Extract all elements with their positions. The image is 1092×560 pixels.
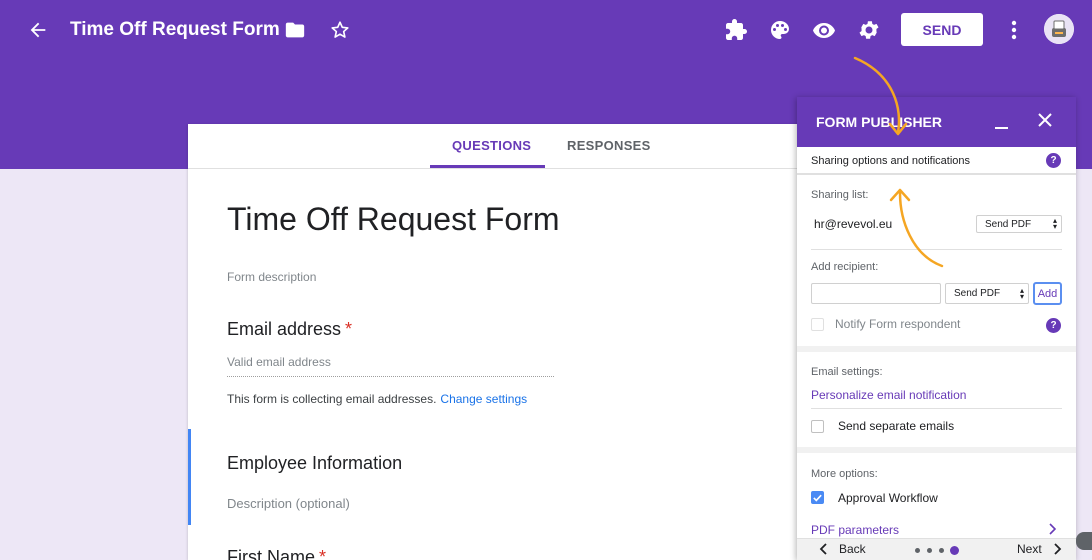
app-title: Time Off Request Form <box>70 19 280 40</box>
side-toggle-handle[interactable] <box>1076 532 1092 550</box>
first-name-label: First Name <box>227 547 316 560</box>
recipient-email-input[interactable] <box>811 283 941 304</box>
help-icon[interactable]: ? <box>1046 318 1061 333</box>
sharing-list-email: hr@revevol.eu <box>814 217 893 231</box>
sharing-list-label: Sharing list: <box>811 189 869 201</box>
form-description-input[interactable]: Form description <box>227 270 316 284</box>
email-question-title: Email address * <box>227 319 352 340</box>
check-icon <box>813 494 822 502</box>
avatar-image-icon <box>1044 14 1074 44</box>
section-description-input[interactable]: Description (optional) <box>227 496 350 511</box>
required-mark: * <box>319 547 327 560</box>
panel-footer: Back Next <box>797 538 1076 560</box>
next-label: Next <box>1017 542 1042 556</box>
chevron-left-icon <box>819 543 827 555</box>
sharing-mode-value: Send PDF <box>985 218 1032 230</box>
divider <box>811 408 1062 409</box>
puzzle-icon[interactable] <box>723 17 749 43</box>
email-question-label: Email address <box>227 319 342 339</box>
panel-title: FORM PUBLISHER <box>816 114 942 130</box>
required-mark: * <box>345 319 353 339</box>
page-dot <box>939 548 944 553</box>
separate-emails-checkbox[interactable] <box>811 420 824 433</box>
select-caret-icon: ▴ ▾ <box>1052 216 1057 231</box>
folder-icon[interactable] <box>283 18 307 42</box>
tab-responses[interactable]: RESPONSES <box>567 138 651 153</box>
recipient-mode-value: Send PDF <box>954 288 1001 299</box>
form-editor-card: QUESTIONS RESPONSES Time Off Request For… <box>188 124 808 560</box>
email-answer-field[interactable]: Valid email address <box>227 355 554 377</box>
pdf-parameters-link[interactable]: PDF parameters <box>811 523 899 537</box>
section-title[interactable]: Employee Information <box>227 453 402 474</box>
sharing-mode-select[interactable]: Send PDF ▴ ▾ <box>976 215 1062 233</box>
back-label: Back <box>839 542 866 556</box>
collecting-emails-note: This form is collecting email addresses.… <box>227 392 527 406</box>
send-button[interactable]: SEND <box>901 13 983 46</box>
avatar[interactable] <box>1044 14 1074 44</box>
active-tab-indicator <box>430 165 545 168</box>
form-tabs: QUESTIONS RESPONSES <box>188 124 808 169</box>
form-title[interactable]: Time Off Request Form <box>227 201 560 238</box>
approval-workflow-checkbox[interactable] <box>811 491 824 504</box>
tab-questions[interactable]: QUESTIONS <box>452 138 531 153</box>
more-options-label: More options: <box>811 468 878 480</box>
gear-icon[interactable] <box>856 17 882 43</box>
separate-emails-label: Send separate emails <box>838 419 955 433</box>
personalize-email-link[interactable]: Personalize email notification <box>811 388 966 402</box>
next-button[interactable]: Next <box>1017 542 1064 556</box>
star-icon[interactable] <box>328 18 352 42</box>
divider <box>811 249 1062 250</box>
eye-icon[interactable] <box>811 17 837 43</box>
add-recipient-button[interactable]: Add <box>1033 282 1062 305</box>
section-focus-bar <box>188 429 191 525</box>
add-recipient-label: Add recipient: <box>811 261 879 273</box>
chevron-right-icon <box>1054 543 1061 555</box>
sharing-options-title: Sharing options and notifications <box>811 155 970 167</box>
palette-icon[interactable] <box>767 17 793 43</box>
close-icon[interactable] <box>1035 110 1055 130</box>
select-caret-icon: ▴ ▾ <box>1019 285 1024 301</box>
page-dot <box>915 548 920 553</box>
back-button[interactable]: Back <box>817 542 866 556</box>
page-dot-active <box>950 546 959 555</box>
notify-respondent-label: Notify Form respondent <box>835 317 961 331</box>
minimize-icon[interactable] <box>992 112 1012 132</box>
form-publisher-panel: FORM PUBLISHER Sharing options and notif… <box>797 97 1076 560</box>
back-arrow-icon[interactable] <box>24 16 52 44</box>
more-vert-icon[interactable] <box>1004 17 1024 43</box>
approval-workflow-label: Approval Workflow <box>838 491 938 505</box>
section-separator <box>797 447 1076 453</box>
first-name-question-title: First Name * <box>227 547 326 560</box>
collecting-emails-text: This form is collecting email addresses. <box>227 392 437 406</box>
page-dot <box>927 548 932 553</box>
chevron-right-icon[interactable] <box>1047 522 1059 536</box>
panel-header: FORM PUBLISHER <box>797 97 1076 147</box>
recipient-mode-select[interactable]: Send PDF ▴ ▾ <box>945 283 1029 304</box>
help-icon[interactable]: ? <box>1046 153 1061 168</box>
email-settings-label: Email settings: <box>811 366 883 378</box>
change-settings-link[interactable]: Change settings <box>440 392 527 406</box>
notify-respondent-checkbox[interactable] <box>811 318 824 331</box>
section-separator <box>797 346 1076 352</box>
sharing-options-header[interactable]: Sharing options and notifications ? <box>797 147 1076 175</box>
